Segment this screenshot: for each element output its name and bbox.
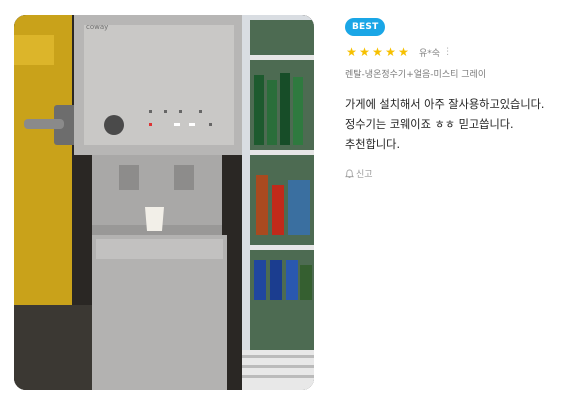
- review-text: 가게에 설치해서 아주 잘사용하고있습니다. 정수기는 코웨이죠 ㅎㅎ 믿고씁니…: [345, 95, 573, 155]
- kebab-menu-icon[interactable]: ⋮: [443, 47, 452, 57]
- star-rating: ★ ★ ★ ★ ★: [345, 45, 410, 59]
- review-photo[interactable]: coway: [14, 15, 314, 390]
- star-icon: ★: [398, 45, 409, 59]
- best-badge: BEST: [345, 18, 386, 36]
- review-content: BEST ★ ★ ★ ★ ★ 유*숙 ⋮ 렌탈-냉온정수기+얼음-미스티 그레이…: [345, 14, 573, 180]
- review-line: 추천합니다.: [345, 138, 401, 151]
- photo-brand-label: coway: [86, 23, 108, 31]
- product-option: 렌탈-냉온정수기+얼음-미스티 그레이: [345, 70, 487, 80]
- reviewer-name: 유*숙: [419, 48, 441, 59]
- review-line: 정수기는 코웨이죠 ㅎㅎ 믿고씁니다.: [345, 118, 514, 131]
- review-photo-image: coway: [14, 15, 314, 390]
- report-button[interactable]: 신고: [345, 167, 573, 180]
- star-icon: ★: [385, 45, 396, 59]
- star-icon: ★: [346, 45, 357, 59]
- bell-icon: [345, 169, 354, 178]
- rating-row: ★ ★ ★ ★ ★ 유*숙 ⋮: [345, 44, 573, 60]
- review-line: 가게에 설치해서 아주 잘사용하고있습니다.: [345, 98, 545, 111]
- star-icon: ★: [372, 45, 383, 59]
- star-icon: ★: [359, 45, 370, 59]
- report-label: 신고: [356, 170, 373, 180]
